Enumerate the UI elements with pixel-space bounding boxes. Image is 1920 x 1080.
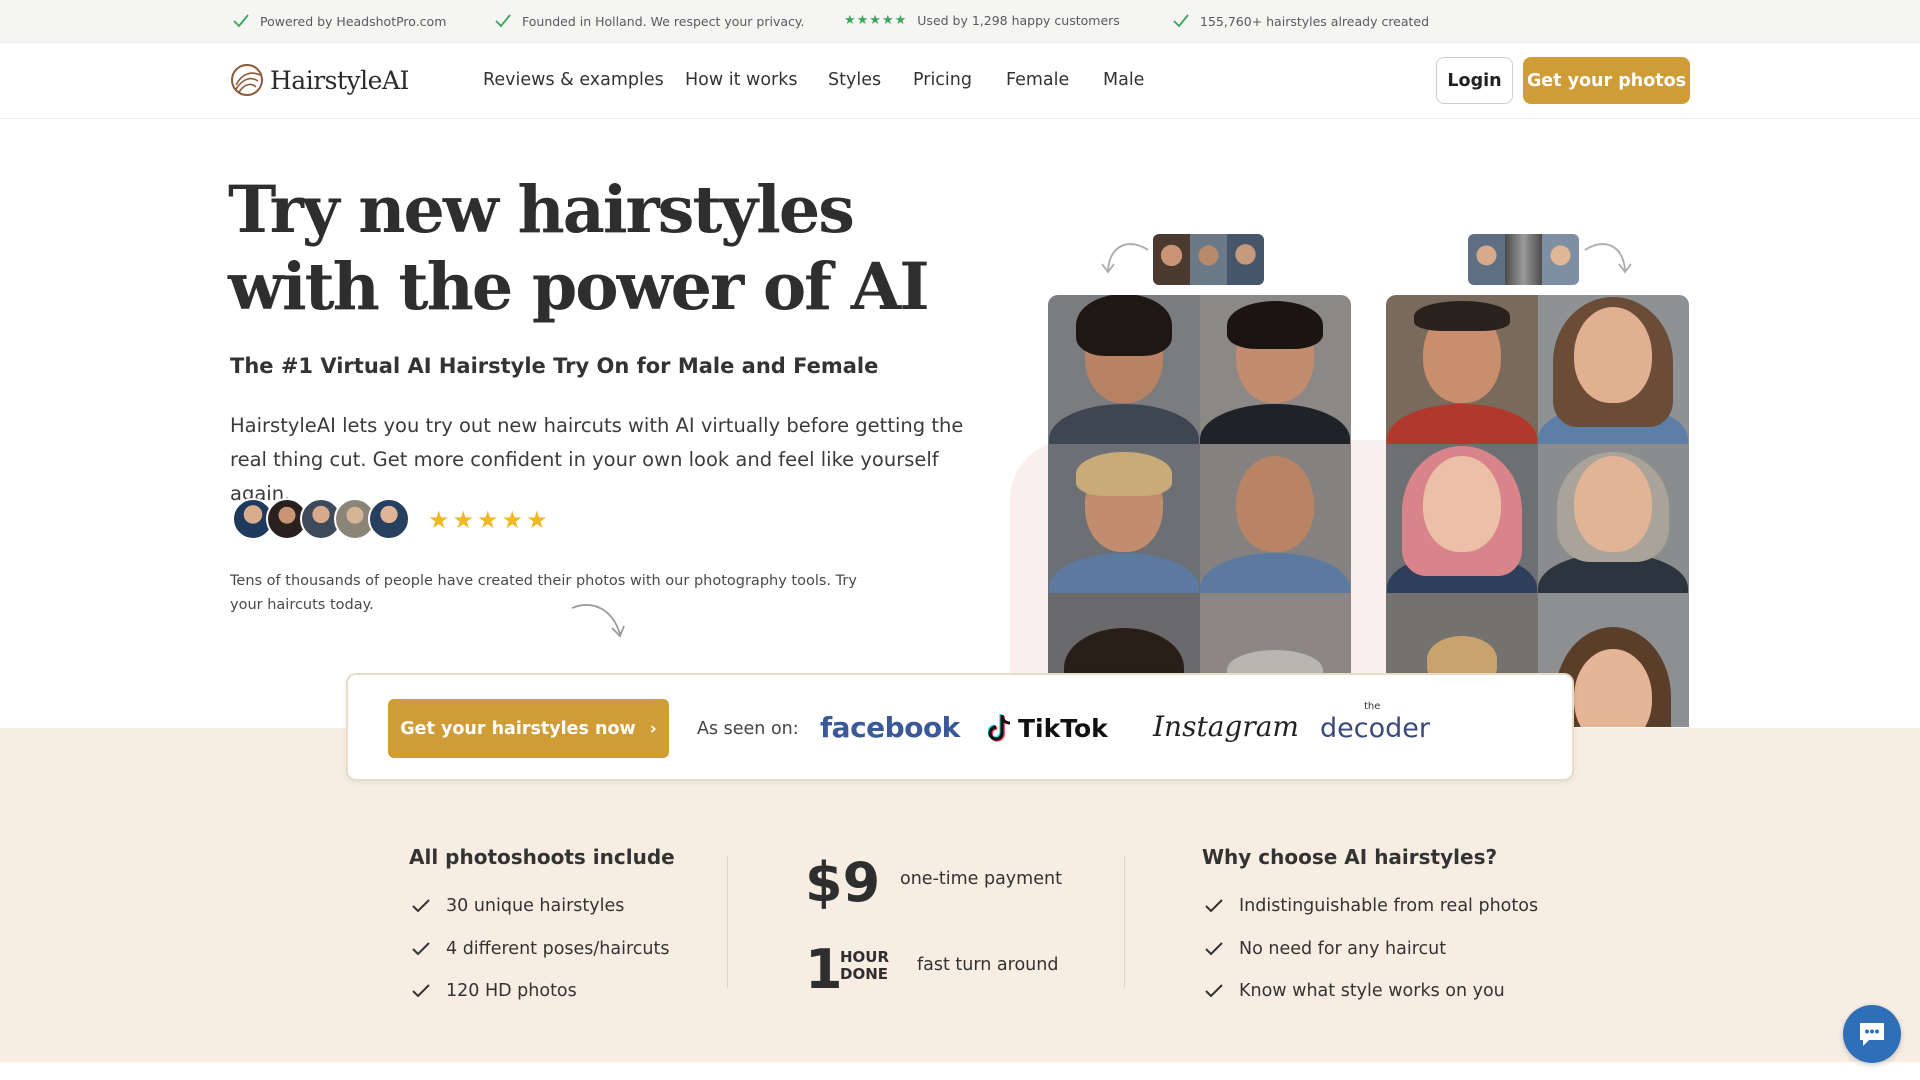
check-icon: [412, 984, 430, 998]
decoder-logo: the decoder: [1320, 701, 1430, 744]
female-hairstyle-grid: [1386, 295, 1689, 727]
chevron-right-icon: ›: [649, 718, 657, 739]
instagram-logo: Instagram: [1153, 710, 1299, 743]
avatar: [368, 498, 410, 540]
hairstyle-photo: [1386, 444, 1538, 593]
chat-icon: [1860, 1023, 1884, 1046]
thumbnail-photo: [1153, 234, 1190, 285]
feature-item: No need for any haircut: [1205, 939, 1446, 959]
feature-item-label: Know what style works on you: [1239, 981, 1505, 1001]
thumbnail-photo: [1227, 234, 1264, 285]
tiktok-icon: [988, 714, 1011, 742]
check-icon: [233, 14, 249, 28]
nav-link-how-it-works[interactable]: How it works: [685, 70, 798, 90]
check-icon: [1205, 984, 1223, 998]
hero-title-line-1: Try new hairstyles: [228, 172, 855, 248]
hero-description: HairstyleAI lets you try out new haircut…: [230, 414, 964, 505]
nav-link-male[interactable]: Male: [1103, 70, 1144, 90]
customer-avatars: [232, 498, 410, 540]
feature-item-label: Indistinguishable from real photos: [1239, 896, 1539, 916]
feature-item: 4 different poses/haircuts: [412, 939, 669, 959]
trust-item-label: Powered by HeadshotPro.com: [260, 13, 447, 29]
curved-arrow-icon: [1584, 243, 1632, 274]
turnaround-unit: HOUR DONE: [840, 949, 889, 983]
nav-link-pricing[interactable]: Pricing: [913, 70, 972, 90]
logo-icon: [231, 64, 263, 96]
hairstyle-photo: [1386, 295, 1538, 444]
hairstyle-photo: [1048, 444, 1200, 593]
login-button[interactable]: Login: [1436, 57, 1513, 104]
tiktok-logo: TikTok: [988, 713, 1108, 743]
check-icon: [1205, 899, 1223, 913]
thumbnail-photo: [1468, 234, 1505, 285]
as-seen-on-box: Get your hairstyles now › As seen on: fa…: [346, 673, 1574, 781]
feature-item: Know what style works on you: [1205, 981, 1505, 1001]
turnaround-description: fast turn around: [917, 955, 1059, 975]
check-icon: [412, 942, 430, 956]
price-value: $9: [805, 851, 881, 914]
thumbnail-photo: [1505, 234, 1542, 285]
hero-title-line-2: with the power of AI: [228, 249, 930, 325]
hairstyle-photo: [1199, 295, 1351, 444]
logo[interactable]: HairstyleAI: [230, 63, 409, 97]
facebook-logo: facebook: [820, 711, 960, 744]
main-nav: HairstyleAI Reviews & examples How it wo…: [0, 43, 1920, 119]
get-hairstyles-label: Get your hairstyles now: [400, 718, 636, 739]
feature-item-label: 4 different poses/haircuts: [446, 939, 670, 959]
check-icon: [412, 899, 430, 913]
nav-link-female[interactable]: Female: [1006, 70, 1069, 90]
curved-arrow-icon: [571, 604, 625, 638]
trust-item-label: Founded in Holland. We respect your priv…: [522, 13, 805, 29]
hairstyle-photo: [1537, 295, 1689, 444]
divider: [1124, 856, 1125, 988]
check-icon: [1205, 942, 1223, 956]
trust-item-holland: Founded in Holland. We respect your priv…: [494, 13, 804, 29]
divider: [727, 856, 728, 988]
feature-item: 120 HD photos: [412, 981, 577, 1001]
trust-item-customers: ★★★★★ Used by 1,298 happy customers: [844, 13, 1120, 28]
hairstyle-photo: [1199, 444, 1351, 593]
check-icon: [1173, 14, 1189, 28]
hero-note: Tens of thousands of people have created…: [230, 573, 857, 613]
trust-item-hairstyles: 155,760+ hairstyles already created: [1172, 13, 1429, 29]
get-photos-button[interactable]: Get your photos: [1523, 57, 1690, 104]
trust-item-label: 155,760+ hairstyles already created: [1200, 13, 1430, 29]
feature-item-label: 120 HD photos: [446, 981, 577, 1001]
why-choose-title: Why choose AI hairstyles?: [1202, 845, 1498, 869]
chat-button[interactable]: [1843, 1005, 1901, 1063]
feature-item-label: No need for any haircut: [1239, 939, 1447, 959]
trust-item-powered: Powered by HeadshotPro.com: [232, 13, 446, 29]
decoder-the: the: [1364, 701, 1381, 712]
feature-item: 30 unique hairstyles: [412, 896, 624, 916]
feature-item: Indistinguishable from real photos: [1205, 896, 1538, 916]
female-input-thumbnails: [1468, 234, 1579, 285]
turnaround-unit-line-1: HOUR: [840, 948, 890, 966]
as-seen-on-label: As seen on:: [697, 719, 799, 739]
nav-link-styles[interactable]: Styles: [828, 70, 881, 90]
trust-item-label: Used by 1,298 happy customers: [917, 13, 1120, 28]
nav-link-reviews[interactable]: Reviews & examples: [483, 70, 664, 90]
male-input-thumbnails: [1153, 234, 1264, 285]
check-icon: [495, 14, 511, 28]
feature-item-label: 30 unique hairstyles: [446, 896, 625, 916]
logo-text: HairstyleAI: [270, 65, 409, 95]
star-icon: ★★★★★: [844, 13, 908, 28]
decoder-wordmark: decoder: [1320, 713, 1430, 744]
turnaround-value: 1: [805, 938, 843, 1001]
curved-arrow-icon: [1101, 243, 1149, 274]
turnaround-unit-line-2: DONE: [840, 965, 889, 983]
male-hairstyle-grid: [1048, 295, 1351, 727]
get-hairstyles-button[interactable]: Get your hairstyles now ›: [388, 699, 669, 758]
trust-bar: Powered by HeadshotPro.com Founded in Ho…: [0, 0, 1920, 43]
price-description: one-time payment: [900, 869, 1062, 889]
hairstyle-photo: [1537, 444, 1689, 593]
tiktok-wordmark: TikTok: [1018, 713, 1108, 743]
hero-title: Try new hairstyles with the power of AI: [228, 172, 930, 326]
rating-stars: ★★★★★: [428, 506, 551, 534]
thumbnail-photo: [1542, 234, 1579, 285]
thumbnail-photo: [1190, 234, 1227, 285]
hairstyle-photo: [1048, 295, 1200, 444]
photoshoots-include-title: All photoshoots include: [409, 845, 675, 869]
hero-subtitle: The #1 Virtual AI Hairstyle Try On for M…: [230, 354, 879, 378]
